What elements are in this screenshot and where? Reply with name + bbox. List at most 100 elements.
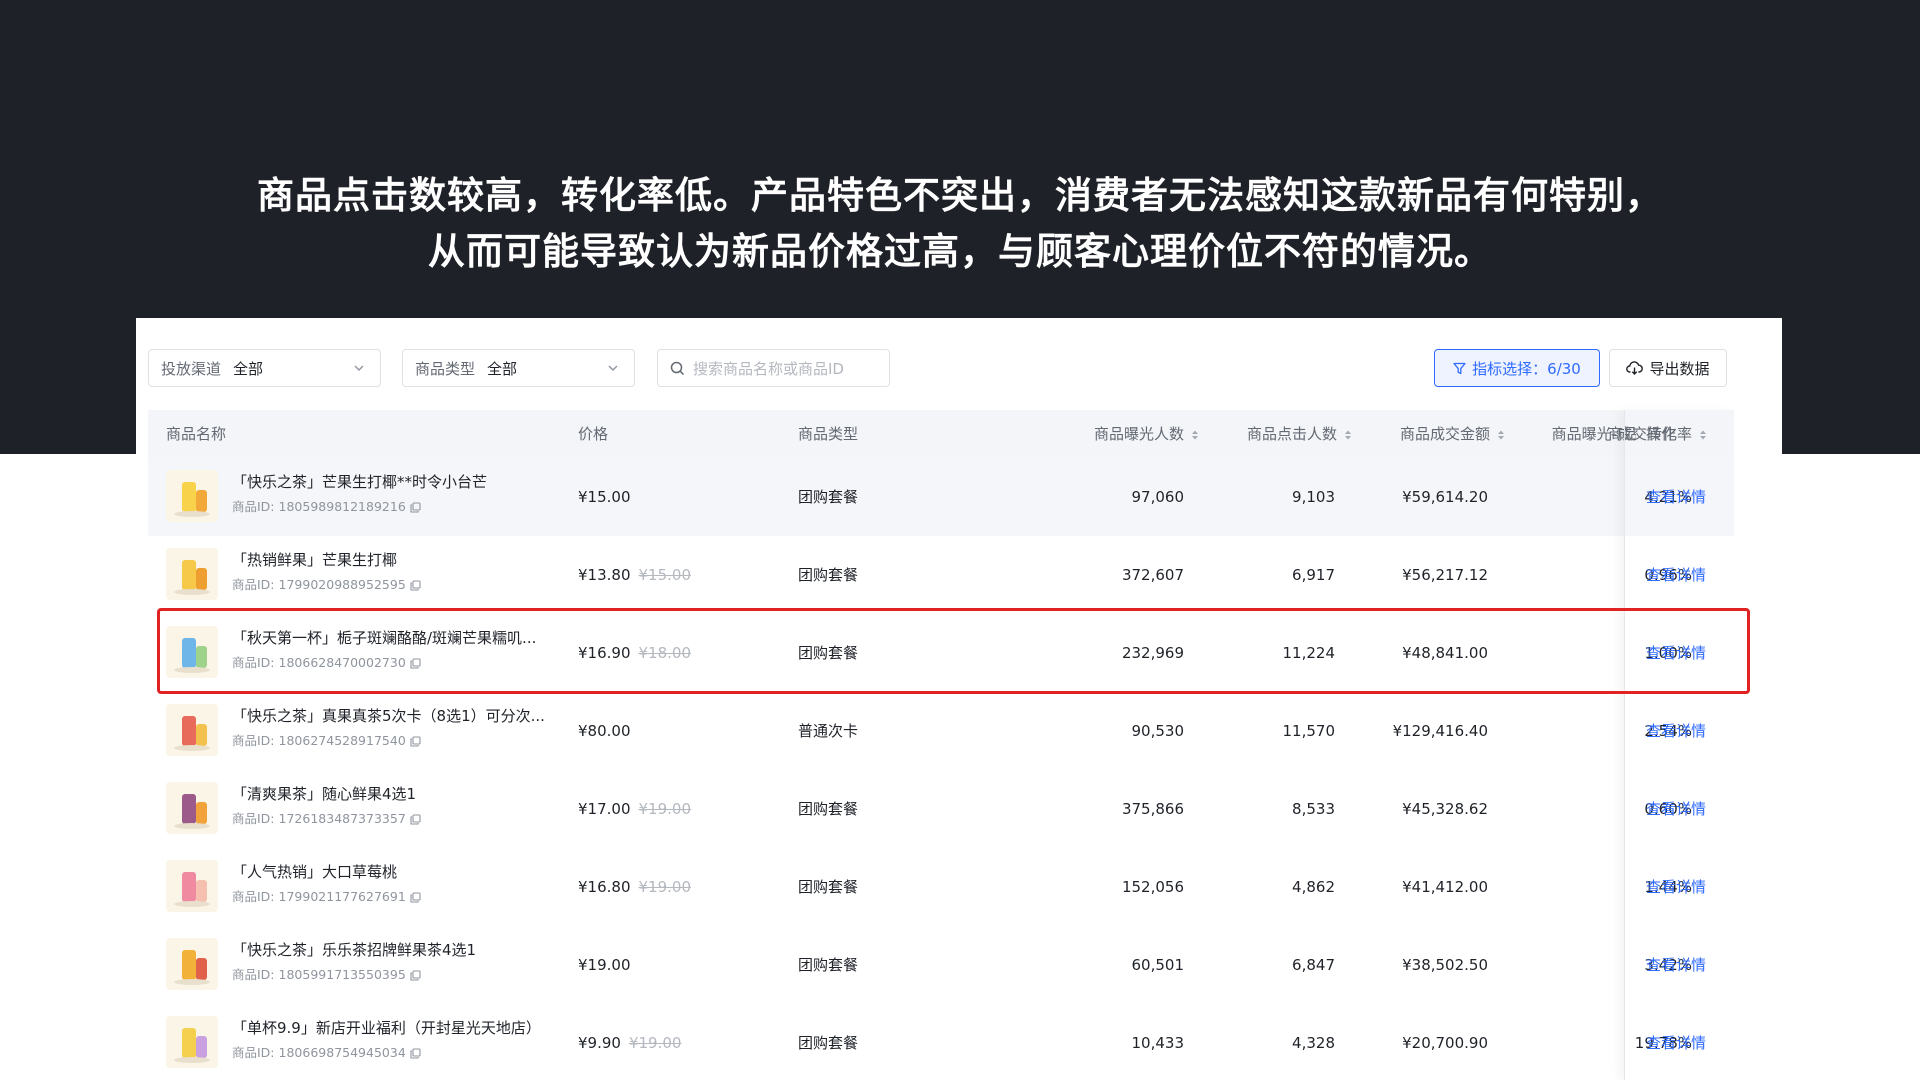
table-row: 「清爽果茶」随心鲜果4选1 商品ID: 1726183487373357 ¥17.0… — [148, 770, 1734, 849]
product-id-prefix: 商品ID: — [232, 811, 275, 826]
product-thumbnail — [166, 938, 218, 990]
table-row: 「快乐之茶」真果真茶5次卡（8选1）可分次... 商品ID: 1806274528… — [148, 692, 1734, 771]
view-details-link[interactable]: 查看详情 — [1646, 1004, 1706, 1080]
product-id-prefix: 商品ID: — [232, 577, 275, 592]
product-type: 团购套餐 — [798, 800, 859, 818]
view-details-link[interactable]: 查看详情 — [1646, 536, 1706, 614]
view-details-link[interactable]: 查看详情 — [1646, 926, 1706, 1004]
view-details-link[interactable]: 查看详情 — [1646, 458, 1706, 536]
product-type-filter-value: 全部 — [487, 359, 518, 378]
copy-icon[interactable] — [410, 1047, 421, 1059]
product-data-panel: 投放渠道 全部 商品类型 全部 搜索商品名称或商品ID 指标选择：6/30 导出… — [136, 318, 1782, 1080]
original-price: ¥19.00 — [638, 878, 692, 896]
export-data-button[interactable]: 导出数据 — [1609, 349, 1727, 387]
table-header: 商品名称 价格 商品类型 商品曝光人数 商品点击人数 商品成交金额 商品曝光-成… — [148, 410, 1734, 458]
view-details-link[interactable]: 查看详情 — [1646, 770, 1706, 848]
product-price: ¥9.90 ¥19.00 — [578, 1004, 681, 1080]
copy-icon[interactable] — [410, 579, 421, 591]
filter-icon — [1453, 362, 1466, 375]
column-header-more: 商品 — [1608, 425, 1636, 443]
product-id-value: 1726183487373357 — [278, 811, 406, 826]
chevron-down-icon — [602, 357, 624, 379]
channel-filter-value: 全部 — [233, 359, 264, 378]
export-data-label: 导出数据 — [1649, 359, 1710, 378]
original-price: ¥18.00 — [638, 644, 692, 662]
metric-select-label: 指标选择：6/30 — [1472, 359, 1581, 378]
product-thumbnail — [166, 860, 218, 912]
original-price: ¥19.00 — [638, 800, 692, 818]
product-thumbnail — [166, 782, 218, 834]
product-id-value: 1806698754945034 — [278, 1045, 406, 1060]
product-id-value: 1799021177627691 — [278, 889, 406, 904]
current-price: ¥19.00 — [578, 956, 631, 974]
product-name: 「清爽果茶」随心鲜果4选1 — [232, 785, 417, 803]
product-price: ¥17.00 ¥19.00 — [578, 770, 691, 848]
column-header-action: 操作 — [1646, 425, 1677, 443]
product-price: ¥16.80 ¥19.00 — [578, 848, 691, 926]
search-placeholder: 搜索商品名称或商品ID — [693, 359, 844, 378]
search-icon — [670, 361, 685, 376]
copy-icon[interactable] — [410, 657, 421, 669]
table-row: 「快乐之茶」芒果生打椰**时令小台芒 商品ID: 1805989812189216… — [148, 458, 1734, 537]
product-price: ¥15.00 — [578, 458, 639, 536]
channel-filter-label: 投放渠道 — [161, 359, 222, 378]
copy-icon[interactable] — [410, 813, 421, 825]
product-id: 商品ID: 1799021177627691 — [232, 888, 421, 906]
product-id: 商品ID: 1805989812189216 — [232, 498, 421, 516]
view-details-link[interactable]: 查看详情 — [1646, 692, 1706, 770]
table-row: 「秋天第一杯」栀子斑斓酪酪/斑斓芒果糯叽... 商品ID: 18066284700… — [148, 614, 1734, 693]
product-price: ¥19.00 — [578, 926, 639, 1004]
current-price: ¥16.90 — [578, 644, 631, 662]
product-thumbnail — [166, 548, 218, 600]
product-name: 「单杯9.9」新店开业福利（开封星光天地店） — [232, 1019, 541, 1037]
current-price: ¥15.00 — [578, 488, 631, 506]
copy-icon[interactable] — [410, 891, 421, 903]
product-id-prefix: 商品ID: — [232, 499, 275, 514]
current-price: ¥13.80 — [578, 566, 631, 584]
product-search-input[interactable]: 搜索商品名称或商品ID — [657, 349, 890, 387]
headline-line-1: 商品点击数较高，转化率低。产品特色不突出，消费者无法感知这款新品有何特别， — [257, 174, 1663, 217]
chevron-down-icon — [348, 357, 370, 379]
view-details-link[interactable]: 查看详情 — [1646, 848, 1706, 926]
product-name: 「快乐之茶」乐乐茶招牌鲜果茶4选1 — [232, 941, 477, 959]
product-name: 「热销鲜果」芒果生打椰 — [232, 551, 398, 569]
headline-line-2: 从而可能导致认为新品价格过高，与顾客心理价位不符的情况。 — [428, 230, 1492, 273]
product-id: 商品ID: 1806628470002730 — [232, 654, 421, 672]
product-thumbnail — [166, 626, 218, 678]
table-row: 「人气热销」大口草莓桃 商品ID: 1799021177627691 ¥16.80 ¥… — [148, 848, 1734, 927]
copy-icon[interactable] — [410, 969, 421, 981]
current-price: ¥9.90 — [578, 1034, 621, 1052]
table-row: 「快乐之茶」乐乐茶招牌鲜果茶4选1 商品ID: 1805991713550395 ¥… — [148, 926, 1734, 1005]
product-id: 商品ID: 1806698754945034 — [232, 1044, 421, 1062]
channel-filter-select[interactable]: 投放渠道 全部 — [148, 349, 381, 387]
product-id-prefix: 商品ID: — [232, 1045, 275, 1060]
product-name: 「秋天第一杯」栀子斑斓酪酪/斑斓芒果糯叽... — [232, 629, 537, 647]
product-id: 商品ID: 1799020988952595 — [232, 576, 421, 594]
product-thumbnail — [166, 704, 218, 756]
product-id-value: 1805989812189216 — [278, 499, 406, 514]
product-name: 「快乐之茶」真果真茶5次卡（8选1）可分次... — [232, 707, 545, 725]
table-row: 「热销鲜果」芒果生打椰 商品ID: 1799020988952595 ¥13.80 ¥… — [148, 536, 1734, 615]
product-name: 「快乐之茶」芒果生打椰**时令小台芒 — [232, 473, 488, 491]
copy-icon[interactable] — [410, 735, 421, 747]
copy-icon[interactable] — [410, 501, 421, 513]
view-details-link[interactable]: 查看详情 — [1646, 614, 1706, 692]
headline: 商品点击数较高，转化率低。产品特色不突出，消费者无法感知这款新品有何特别， 从而… — [0, 168, 1920, 280]
original-price: ¥19.00 — [628, 1034, 682, 1052]
product-name: 「人气热销」大口草莓桃 — [232, 863, 398, 881]
product-id: 商品ID: 1806274528917540 — [232, 732, 421, 750]
current-price: ¥17.00 — [578, 800, 631, 818]
current-price: ¥16.80 — [578, 878, 631, 896]
product-id-value: 1799020988952595 — [278, 577, 406, 592]
product-price: ¥16.90 ¥18.00 — [578, 614, 691, 692]
product-type-filter-select[interactable]: 商品类型 全部 — [402, 349, 635, 387]
column-header-name: 商品名称 — [166, 425, 227, 443]
product-type-filter-label: 商品类型 — [415, 359, 476, 378]
product-id-prefix: 商品ID: — [232, 733, 275, 748]
product-type: 团购套餐 — [798, 644, 859, 662]
product-type: 团购套餐 — [798, 566, 859, 584]
product-thumbnail — [166, 470, 218, 522]
product-id: 商品ID: 1726183487373357 — [232, 810, 421, 828]
cloud-download-icon — [1626, 361, 1644, 375]
metric-select-button[interactable]: 指标选择：6/30 — [1434, 349, 1600, 387]
